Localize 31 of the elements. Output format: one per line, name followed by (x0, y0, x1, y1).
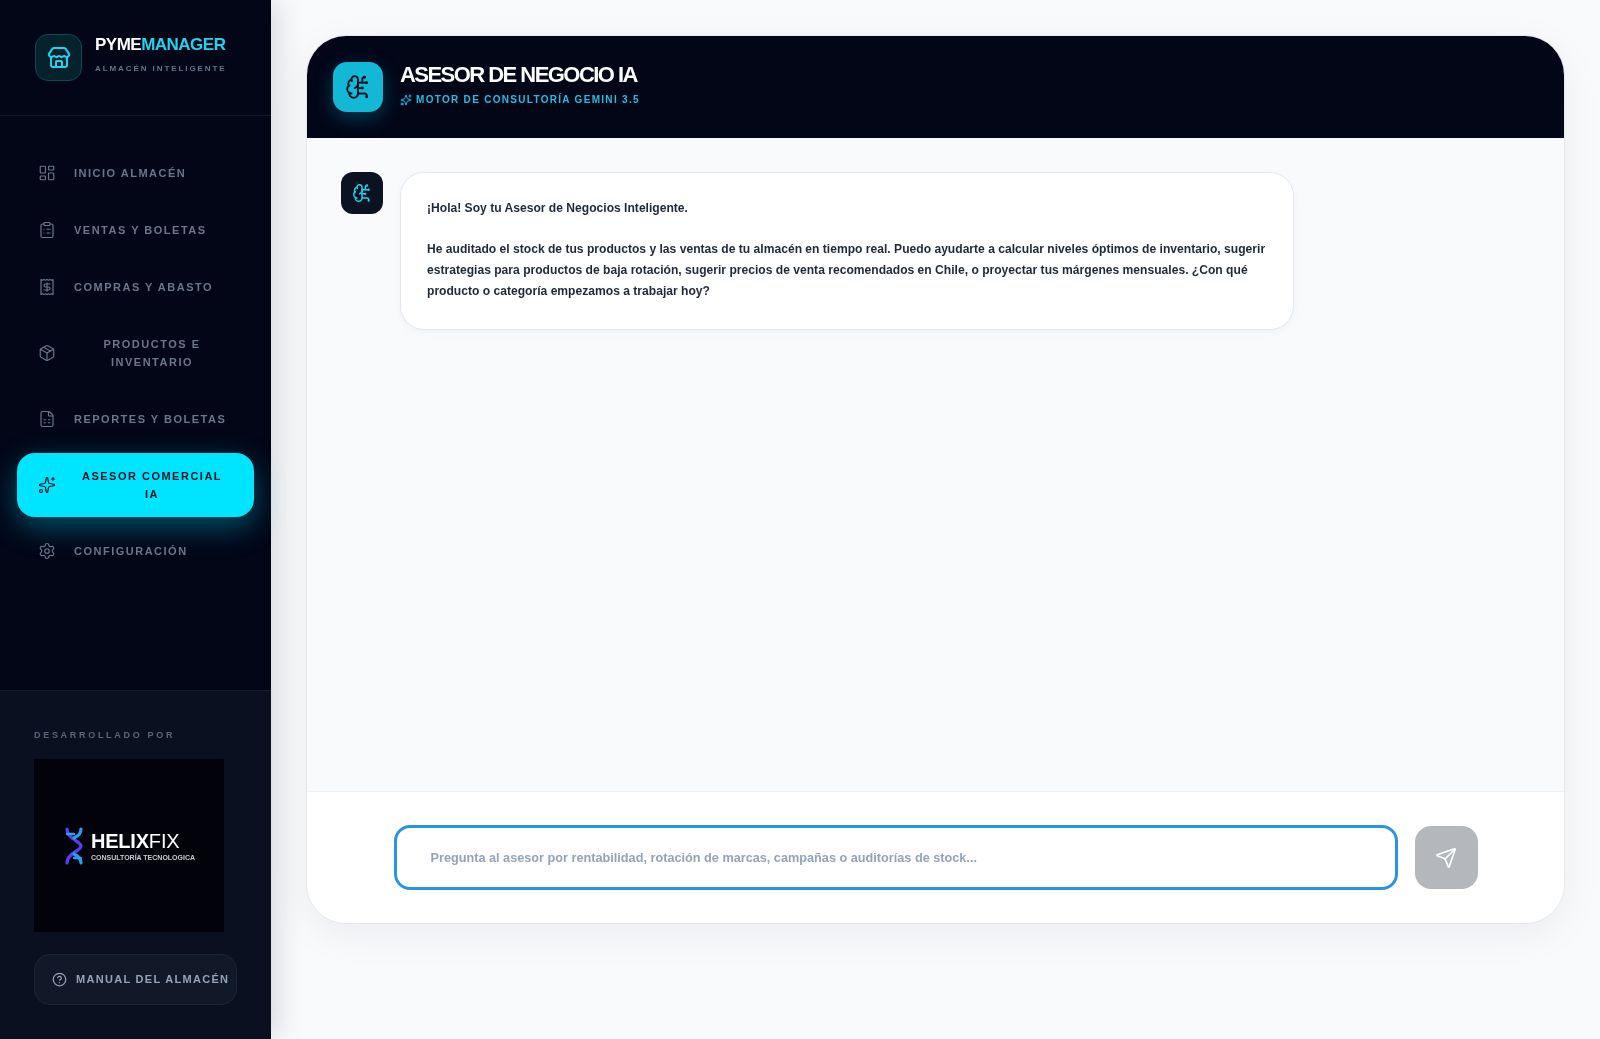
clipboard-icon (38, 221, 56, 239)
sidebar-nav-item[interactable]: VENTAS Y BOLETAS (17, 207, 254, 253)
credits-label: DESARROLLADO POR (34, 729, 177, 741)
sidebar-nav-item[interactable]: PRODUCTOS E INVENTARIO (17, 321, 254, 385)
brand-subtitle: ALMACÉN INTELIGENTE (95, 64, 227, 74)
message-text: ¡Hola! Soy tu Asesor de Negocios Inteligente. (427, 200, 689, 217)
sidebar-nav-item[interactable]: ASESOR COMERCIAL IA (17, 453, 254, 517)
chat-title: ASESOR DE NEGOCIO IA (400, 63, 639, 87)
help-icon (52, 972, 67, 987)
spreadsheet-file-icon (38, 410, 56, 428)
helix-logo-icon (62, 826, 85, 865)
brain-icon (333, 62, 383, 112)
manual-button[interactable]: MANUAL DEL ALMACÉN (34, 954, 237, 1005)
settings-icon (38, 542, 56, 560)
sidebar-nav-item[interactable]: INICIO ALMACÉN (17, 150, 254, 196)
dashboard-icon (38, 164, 56, 182)
send-icon (1435, 846, 1457, 869)
package-icon (38, 344, 56, 362)
message-text: He auditado el stock de tus productos y las ventas de tu almacén en tiempo real. Puedo ayudarte a calcular niveles óptimos de inventario, sugerir estrategias para productos de baja rotación, sugerir precios de venta recomendados en Chile, o proyectar tus márgenes mensuales. ¿Con qué producto o categoría empezamos a trabajar hoy? (427, 241, 1267, 300)
chat-input[interactable]: Pregunta al asesor por rentabilidad, rotación de marcas, campañas o auditorías de stock... (393, 825, 1398, 890)
developer-logo-name: HELIXFIX (90, 829, 181, 852)
sidebar-nav-item[interactable]: REPORTES Y BOLETAS (17, 396, 254, 442)
receipt-icon (38, 278, 56, 296)
brand-name: PYMEMANAGER (95, 34, 227, 56)
sparkles-icon (38, 476, 56, 494)
sparkles-icon (400, 93, 412, 106)
chat-subtitle: MOTOR DE CONSULTORÍA GEMINI 3.5 (416, 93, 640, 106)
sidebar-nav-item[interactable]: CONFIGURACIÓN (17, 528, 254, 574)
assistant-avatar-icon (341, 172, 383, 214)
sidebar-nav-item[interactable]: COMPRAS Y ABASTO (17, 264, 254, 310)
store-logo-icon (35, 34, 82, 81)
